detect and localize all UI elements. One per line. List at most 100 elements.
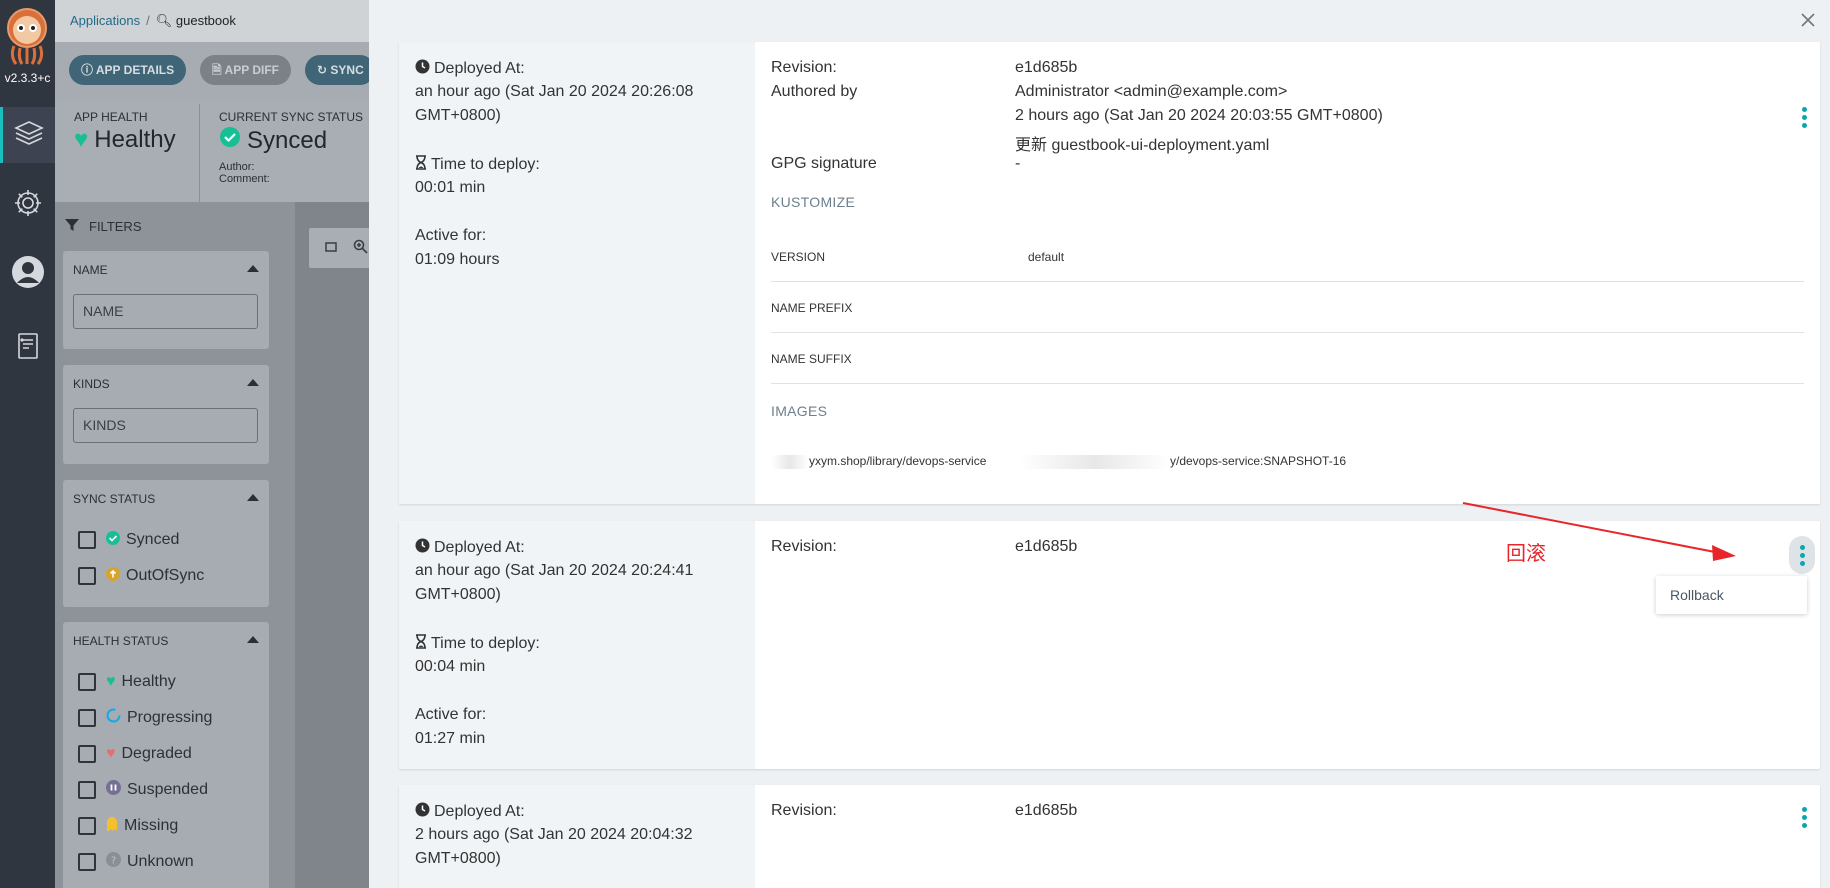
revision-value[interactable]: e1d685b (1015, 802, 1077, 820)
time-to-deploy-value: 00:01 min (415, 179, 486, 196)
sync-status-value: Synced (247, 126, 328, 154)
spinner-icon (106, 708, 121, 728)
broken-heart-icon: ♥ (106, 745, 116, 762)
checkbox[interactable] (78, 531, 96, 549)
annotation-label: 回滚 (1506, 541, 1546, 565)
argo-logo-icon[interactable] (4, 6, 50, 68)
app-health-label: APP HEALTH (74, 110, 148, 124)
name-filter-input[interactable]: NAME (73, 294, 258, 329)
filter-option-synced[interactable]: Synced (78, 530, 179, 550)
app-details-button[interactable]: ⓘ APP DETAILS (69, 55, 187, 85)
breadcrumb-applications[interactable]: Applications (70, 13, 140, 28)
filter-health-title: HEALTH STATUS (73, 634, 169, 648)
revision-value[interactable]: e1d685b (1015, 538, 1077, 556)
more-actions-icon[interactable] (1789, 536, 1815, 574)
gpg-signature-value: - (1015, 155, 1021, 172)
collapse-icon[interactable] (247, 379, 259, 386)
more-actions-icon[interactable] (1791, 798, 1817, 836)
checkbox[interactable] (78, 673, 96, 691)
filter-option-progressing[interactable]: Progressing (78, 708, 212, 728)
deployed-at-label: Deployed At: (415, 802, 525, 822)
revision-label: Revision: (771, 538, 837, 555)
heart-icon: ♥ (74, 126, 89, 153)
filter-option-label: Progressing (127, 709, 213, 726)
history-entry-1: Deployed At: an hour ago (Sat Jan 20 202… (399, 42, 1820, 504)
image-entry: yxym.shop/library/devops-service (771, 454, 986, 469)
checkbox[interactable] (78, 781, 96, 799)
filter-option-outofsync[interactable]: OutOfSync (78, 566, 204, 586)
kustomize-key: NAME SUFFIX (771, 352, 852, 366)
collapse-icon[interactable] (247, 494, 259, 501)
time-to-deploy-label: Time to deploy: (415, 155, 540, 175)
breadcrumb-search-icon: 🔍︎ (155, 13, 173, 28)
filter-health-status-panel: HEALTH STATUS ♥ Healthy Progressing ♥ De… (63, 622, 269, 888)
history-entry-2: Deployed At: an hour ago (Sat Jan 20 202… (399, 521, 1820, 769)
collapse-icon[interactable] (247, 636, 259, 643)
docs-icon (16, 332, 40, 365)
left-nav: v2.3.3+c (0, 0, 55, 888)
svg-text:?: ? (111, 856, 116, 867)
filter-option-suspended[interactable]: Suspended (78, 780, 208, 800)
rollback-menu-item[interactable]: Rollback (1670, 587, 1724, 603)
fit-screen-icon[interactable] (324, 240, 338, 259)
authored-date: 2 hours ago (Sat Jan 20 2024 20:03:55 GM… (1015, 107, 1383, 124)
deployed-at-tz: GMT+0800) (415, 586, 501, 603)
checkbox[interactable] (78, 567, 96, 585)
gear-icon (13, 188, 43, 223)
checkbox[interactable] (78, 745, 96, 763)
kustomize-row-name-suffix: NAME SUFFIX (771, 333, 1804, 384)
deployed-at-value: an hour ago (Sat Jan 20 2024 20:24:41 (415, 562, 694, 579)
filters-title: FILTERS (89, 219, 142, 234)
revision-label: Revision: (771, 59, 837, 76)
filters-column: FILTERS NAME NAME KINDS KINDS SYNC STATU… (55, 202, 295, 888)
filter-option-missing[interactable]: Missing (78, 816, 178, 836)
gpg-signature-label: GPG signature (771, 155, 877, 172)
active-for-value: 01:09 hours (415, 251, 500, 268)
filter-option-label: Missing (124, 817, 179, 834)
image-name: yxym.shop/library/devops-service (809, 454, 987, 468)
nav-docs[interactable] (0, 320, 55, 376)
filter-option-unknown[interactable]: ? Unknown (78, 852, 194, 872)
image-tag-entry: y/devops-service:SNAPSHOT-16 (1020, 454, 1346, 469)
deployed-at-label: Deployed At: (415, 59, 525, 79)
nav-applications[interactable] (0, 107, 55, 163)
nav-settings[interactable] (0, 177, 55, 233)
collapse-icon[interactable] (247, 265, 259, 272)
check-circle-icon (219, 126, 241, 155)
app-health-panel: APP HEALTH ♥ Healthy (74, 110, 176, 154)
hourglass-icon (415, 155, 427, 175)
filter-option-label: Degraded (121, 745, 192, 762)
deployed-at-value: an hour ago (Sat Jan 20 2024 20:26:08 (415, 83, 694, 100)
revision-value[interactable]: e1d685b (1015, 59, 1077, 77)
checkbox[interactable] (78, 853, 96, 871)
image-tag: y/devops-service:SNAPSHOT-16 (1170, 454, 1347, 468)
close-icon[interactable] (1798, 10, 1818, 30)
filter-sync-status-panel: SYNC STATUS Synced OutOfSync (63, 480, 269, 607)
kustomize-row-name-prefix: NAME PREFIX (771, 282, 1804, 333)
sync-button[interactable]: ↻ SYNC (305, 55, 375, 85)
checkbox[interactable] (78, 709, 96, 727)
filter-kinds-title: KINDS (73, 377, 110, 391)
filter-option-degraded[interactable]: ♥ Degraded (78, 744, 192, 764)
kinds-filter-input[interactable]: KINDS (73, 408, 258, 443)
kustomize-key: VERSION (771, 250, 826, 264)
pause-circle-icon (106, 780, 121, 800)
kustomize-section-title: KUSTOMIZE (771, 194, 856, 210)
nav-user[interactable] (0, 246, 55, 302)
history-entry-3: Deployed At: 2 hours ago (Sat Jan 20 202… (399, 785, 1820, 888)
more-actions-icon[interactable] (1791, 98, 1817, 136)
zoom-in-icon[interactable] (353, 239, 368, 259)
active-for-value: 01:27 min (415, 730, 486, 747)
checkbox[interactable] (78, 817, 96, 835)
app-diff-button[interactable]: 🗎︎ APP DIFF (200, 55, 291, 85)
active-for-label: Active for: (415, 706, 487, 723)
authored-by-label: Authored by (771, 83, 858, 100)
clock-icon (415, 538, 430, 558)
filter-option-healthy[interactable]: ♥ Healthy (78, 672, 176, 692)
author-value: Administrator <admin@example.com> (1015, 83, 1288, 100)
redacted-mask (771, 454, 809, 469)
deployed-at-tz: GMT+0800) (415, 850, 501, 867)
breadcrumb: Applications / 🔍︎ guestbook (70, 13, 236, 28)
actions-dropdown: Rollback (1656, 576, 1807, 614)
deployed-at-tz: GMT+0800) (415, 107, 501, 124)
